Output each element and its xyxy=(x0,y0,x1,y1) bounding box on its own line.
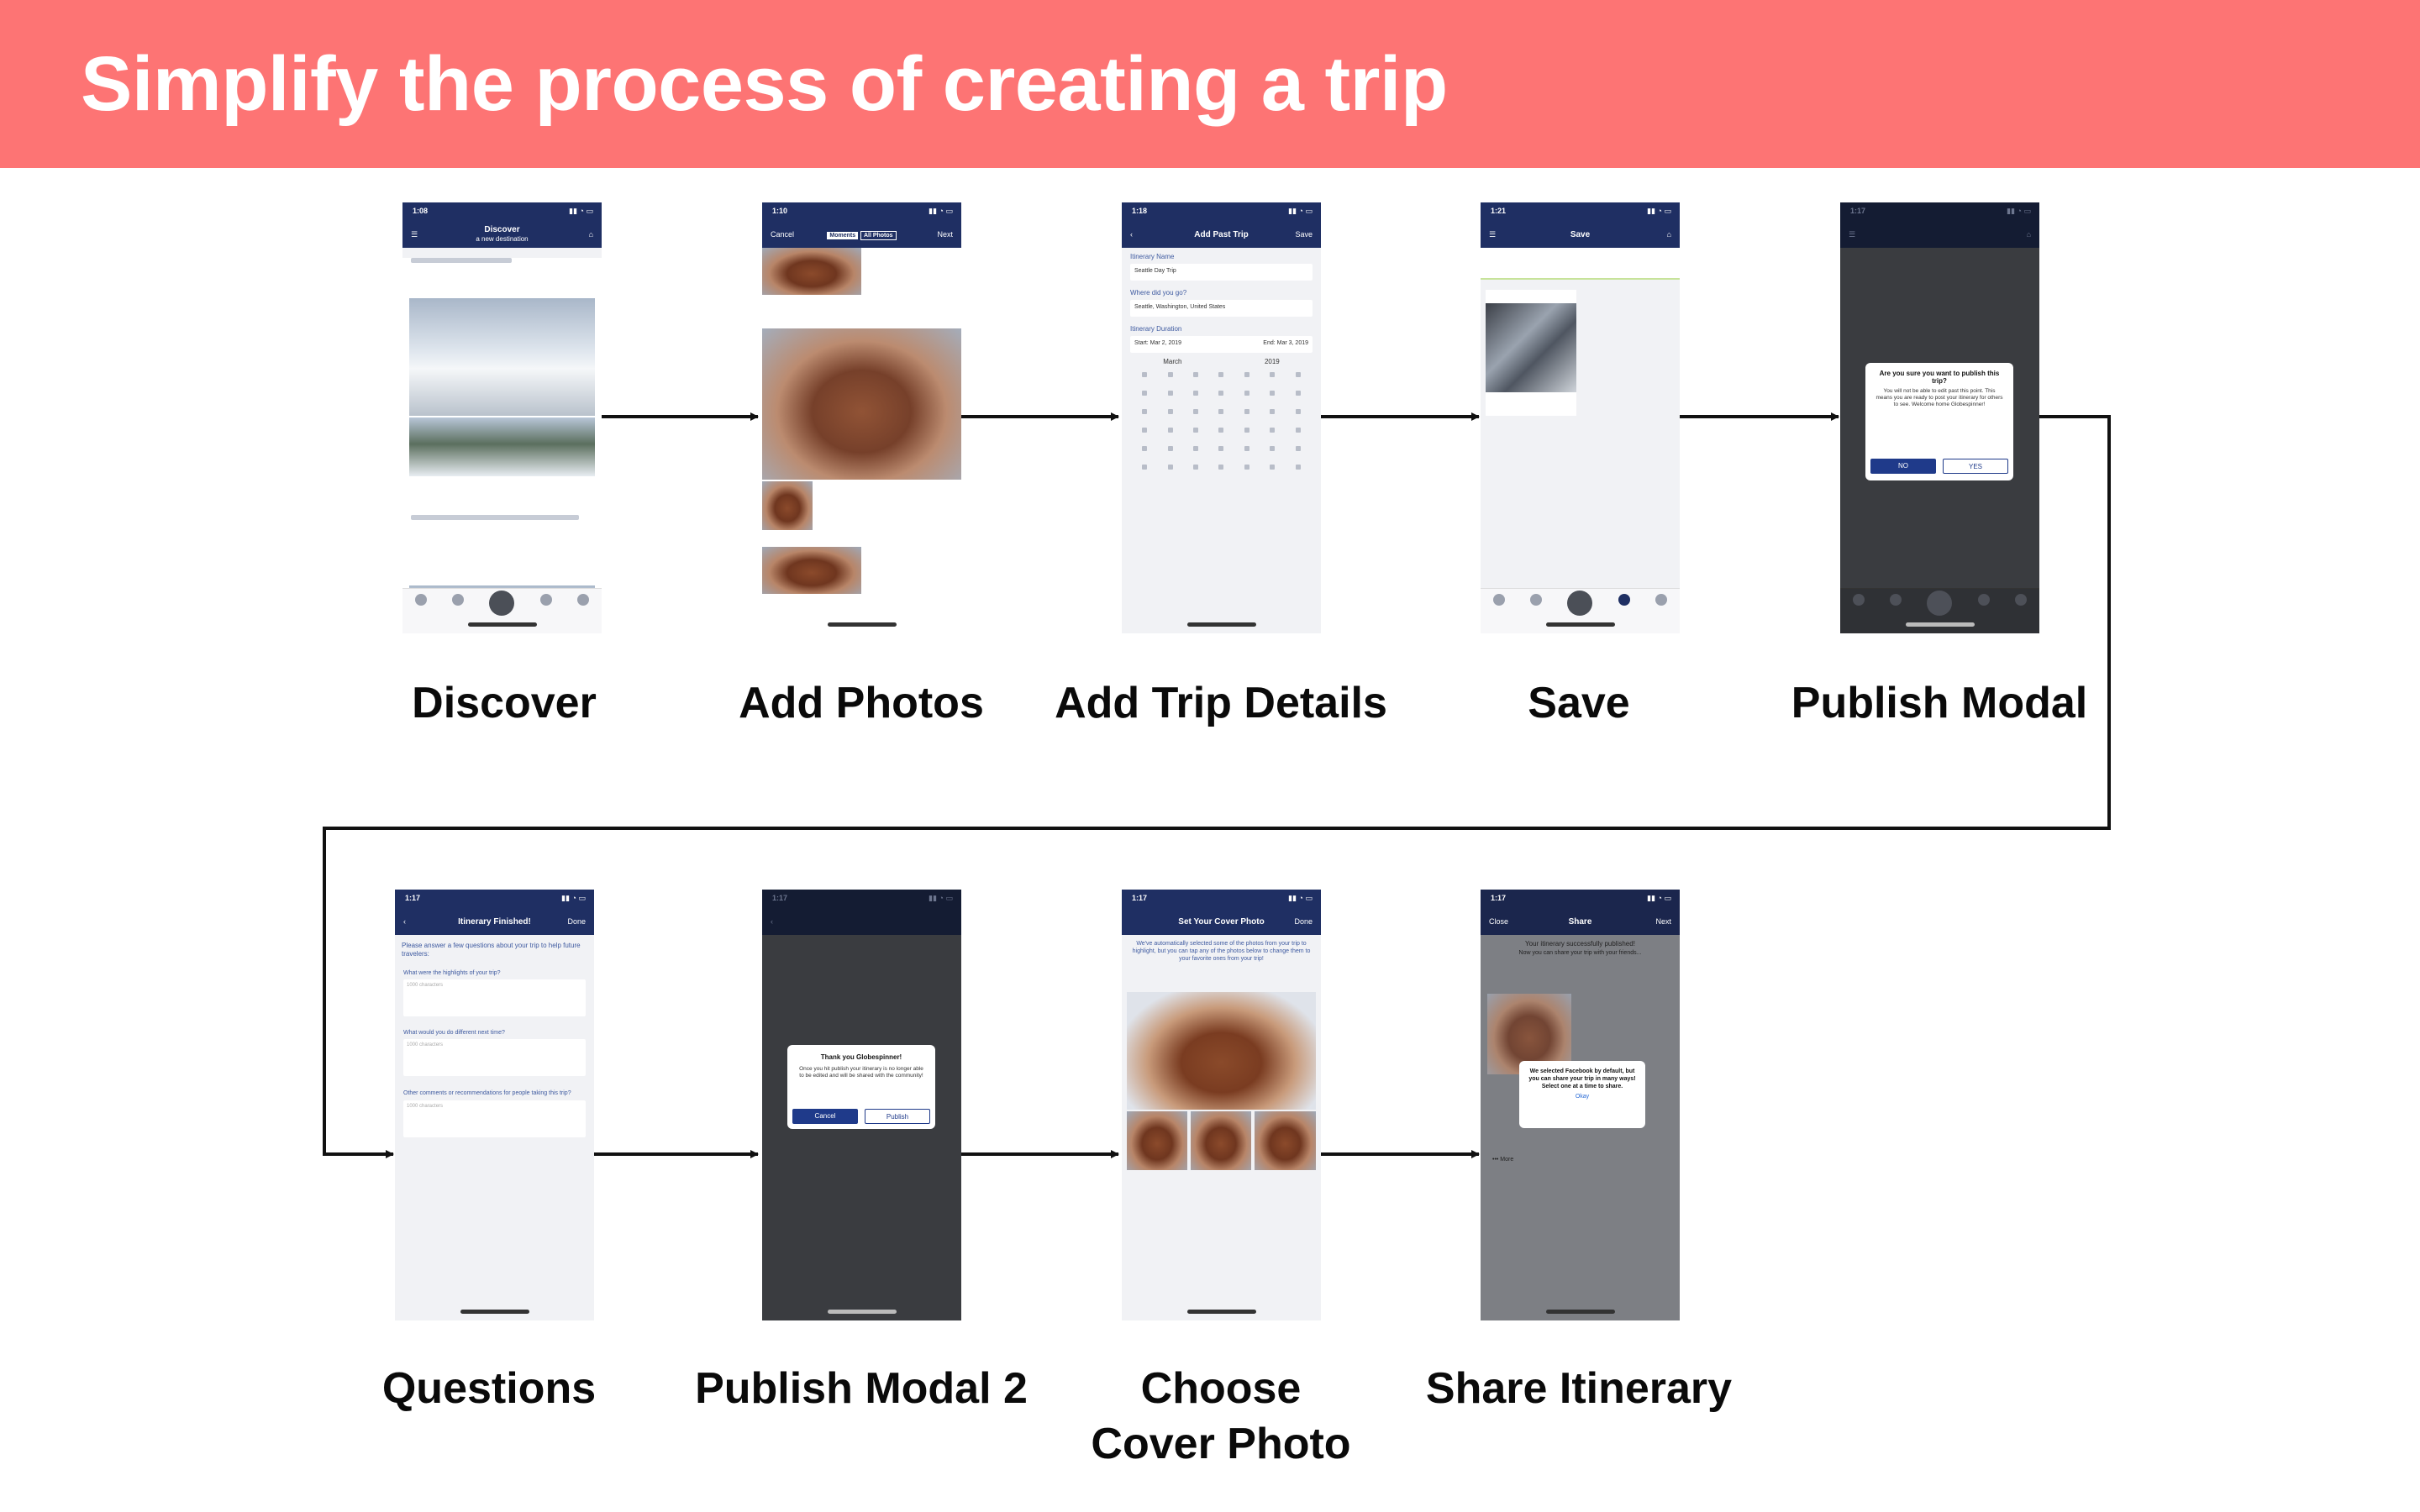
thank-you-modal: Thank you Globespinner! Once you hit pub… xyxy=(787,1045,935,1129)
add-photos-screen: 1:10 ▮▮ ◔ ▭ Cancel Moments All Photos Nex… xyxy=(762,202,961,633)
step-label-publish-modal: Publish Modal xyxy=(1791,679,2088,727)
calendar-grid[interactable] xyxy=(1132,372,1311,470)
done-button[interactable]: Done xyxy=(1277,917,1313,926)
duration-field[interactable]: Start: Mar 2, 2019 End: Mar 3, 2019 xyxy=(1130,336,1313,353)
okay-button[interactable]: Okay xyxy=(1519,1094,1645,1100)
nav-title: Add Past Trip xyxy=(1194,229,1249,239)
publish-modal-2-screen: 1:17 ▮▮ ◔ ▭ ‹ Thank you Globespinner! Onc… xyxy=(762,890,961,1320)
home-icon[interactable]: ⌂ xyxy=(1636,230,1671,239)
nav-title: Discover xyxy=(484,225,520,234)
done-button[interactable]: Done xyxy=(550,917,586,926)
photo-option[interactable] xyxy=(1191,1111,1251,1170)
more-share-option[interactable]: ••• More xyxy=(1492,1157,1513,1163)
home-icon[interactable]: ⌂ xyxy=(558,230,593,239)
questions-screen: 1:17 ▮▮ ◔ ▭ ‹ Itinerary Finished! Done Pl… xyxy=(395,890,594,1320)
location-input[interactable]: Seattle, Washington, United States xyxy=(1130,300,1313,317)
status-bar: 1:08 ▮▮ ◔ ▭ xyxy=(402,202,602,221)
add-trip-details-screen: 1:18 ▮▮ ◔ ▭ ‹ Add Past Trip Save Itinerar… xyxy=(1122,202,1321,633)
me-tab-icon[interactable] xyxy=(576,594,589,606)
add-trip-icon[interactable] xyxy=(489,591,515,616)
discover-tab-icon[interactable] xyxy=(415,594,428,606)
save-button[interactable]: Save xyxy=(1277,230,1313,239)
photo-thumb[interactable] xyxy=(762,248,861,295)
different-next-time-input[interactable]: 1000 characters xyxy=(403,1039,586,1076)
highlights-input[interactable]: 1000 characters xyxy=(403,979,586,1016)
nav-title: Share xyxy=(1568,916,1592,927)
search-tab-icon[interactable] xyxy=(452,594,465,606)
close-button[interactable]: Close xyxy=(1489,917,1524,926)
publish-modal-screen: 1:17 ▮▮ ◔ ▭ ☰ ⌂ Are you sure you want to p… xyxy=(1840,202,2039,633)
no-button[interactable]: NO xyxy=(1870,459,1936,474)
photo-option[interactable] xyxy=(1255,1111,1316,1170)
menu-icon[interactable]: ☰ xyxy=(1489,230,1524,239)
cover-photo[interactable] xyxy=(1127,992,1316,1110)
yes-button[interactable]: YES xyxy=(1943,459,2008,474)
save-tabs[interactable] xyxy=(1481,248,1680,280)
saved-tab-icon[interactable] xyxy=(539,594,552,606)
comments-input[interactable]: 1000 characters xyxy=(403,1100,586,1137)
nav-title: Set Your Cover Photo xyxy=(1178,916,1265,927)
photo-option[interactable] xyxy=(1127,1111,1187,1170)
step-label-questions: Questions xyxy=(381,1364,597,1413)
nav-title: Save xyxy=(1570,229,1591,239)
nav-bar: ☰ Discover a new destination ⌂ xyxy=(402,221,602,248)
itinerary-name-input[interactable]: Seattle Day Trip xyxy=(1130,264,1313,281)
cover-photo-screen: 1:17 ▮▮ ◔ ▭ Set Your Cover Photo Done We'… xyxy=(1122,890,1321,1320)
forest-photo[interactable] xyxy=(409,417,595,476)
cancel-button[interactable]: Cancel xyxy=(771,230,806,239)
next-button[interactable]: Next xyxy=(1636,917,1671,926)
next-button[interactable]: Next xyxy=(918,230,953,239)
share-itinerary-screen: 1:17 ▮▮ ◔ ▭ Close Share Next Your itinera… xyxy=(1481,890,1680,1320)
share-info-modal: We selected Facebook by default, but you… xyxy=(1519,1061,1645,1128)
snow-photo[interactable] xyxy=(409,298,595,416)
moments-tab[interactable]: Moments xyxy=(827,231,859,239)
saved-trip-card[interactable] xyxy=(1486,290,1576,416)
photo-thumb[interactable] xyxy=(762,547,861,594)
cancel-button[interactable]: Cancel xyxy=(792,1109,858,1124)
publish-button[interactable]: Publish xyxy=(865,1109,930,1124)
step-label-share-itinerary: Share Itinerary xyxy=(1425,1364,1733,1413)
save-screen: 1:21 ▮▮ ◔ ▭ ☰ Save ⌂ xyxy=(1481,202,1680,633)
photo-thumb[interactable] xyxy=(762,481,813,530)
photo-grid[interactable] xyxy=(762,328,961,480)
nav-title: Itinerary Finished! xyxy=(458,916,531,927)
publish-confirm-modal: Are you sure you want to publish this tr… xyxy=(1865,363,2013,480)
nav-subtitle: a new destination xyxy=(476,235,529,243)
discover-screen: 1:08 ▮▮ ◔ ▭ ☰ Discover a new destination ⌂ xyxy=(402,202,602,633)
back-icon[interactable]: ‹ xyxy=(403,917,439,926)
all-photos-tab[interactable]: All Photos xyxy=(860,230,897,240)
back-icon[interactable]: ‹ xyxy=(1130,230,1165,239)
calendar-header: March 2019 xyxy=(1163,358,1280,365)
menu-icon[interactable]: ☰ xyxy=(411,230,446,239)
